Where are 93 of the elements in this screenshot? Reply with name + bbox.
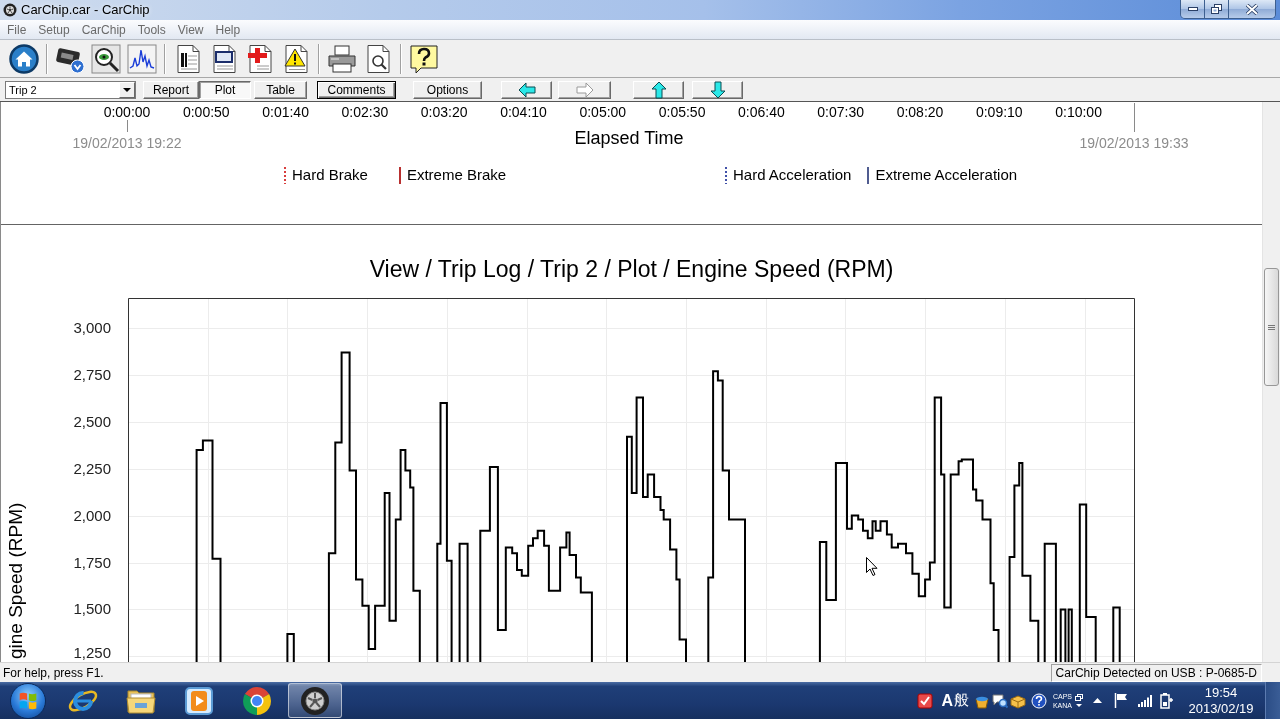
menu-item[interactable]: Help	[209, 20, 247, 39]
axis-tick-label: 0:08:20	[896, 104, 944, 120]
axis-title: gine Speed (RPM)	[5, 502, 26, 659]
view-tab[interactable]: Table	[254, 81, 307, 99]
right-arrow-icon	[575, 82, 594, 98]
axis-tick-label: 2,000	[73, 506, 111, 524]
scroll-thumb[interactable]	[1264, 268, 1279, 386]
trip-select[interactable]: Trip 2	[5, 81, 136, 99]
axis-tick-label: 0:02:30	[341, 104, 389, 120]
window-icon[interactable]	[1075, 694, 1083, 701]
taskbar-button[interactable]	[288, 683, 342, 718]
start-button[interactable]	[10, 682, 46, 719]
menu-item[interactable]: File	[1, 20, 33, 39]
date-label: 19/02/2013 19:33	[1079, 135, 1189, 151]
legend-label: Extreme Brake	[406, 164, 507, 185]
checkmark-icon[interactable]	[917, 692, 934, 709]
menu-item[interactable]: View	[171, 20, 210, 39]
down-arrow-icon	[709, 81, 726, 99]
view-tab[interactable]: Report	[143, 81, 199, 99]
printer-icon[interactable]	[327, 43, 357, 74]
comments-button[interactable]: Comments	[317, 81, 396, 99]
axis-tick-label: 0:05:00	[579, 104, 627, 120]
wheel-icon	[3, 3, 17, 17]
axis-tick-label: 1,750	[73, 553, 111, 571]
flag-icon[interactable]	[1114, 693, 1128, 708]
arrow-button[interactable]	[692, 81, 743, 99]
left-arrow-icon	[517, 82, 536, 98]
menu-item[interactable]: Setup	[32, 20, 76, 39]
flag-logo-icon	[18, 690, 38, 711]
dropdown-button[interactable]	[119, 82, 135, 98]
axis-tick-label: 0:01:40	[262, 104, 309, 120]
conversion-mode-label[interactable]: 般	[953, 689, 969, 712]
minimize-button[interactable]	[1181, 0, 1205, 18]
minimize-icon	[1187, 7, 1198, 11]
battery-icon[interactable]	[1160, 692, 1174, 709]
axis-tick-label: 0:03:20	[420, 104, 468, 120]
box-icon[interactable]	[1009, 692, 1026, 709]
axis-tick-label: 0:10:00	[1055, 104, 1102, 120]
document-plus-icon[interactable]	[245, 43, 275, 74]
caret-icon	[123, 88, 131, 92]
document-warning-icon[interactable]	[281, 43, 311, 74]
close-icon	[1246, 3, 1258, 15]
axis-title: Elapsed Time	[574, 128, 684, 148]
line-chart-icon[interactable]	[127, 43, 157, 74]
axis-tick-label: 0:09:10	[975, 104, 1023, 120]
status-text: For help, press F1.	[3, 664, 104, 682]
magnifier-icon[interactable]	[91, 43, 121, 74]
mouse-pointer-icon	[866, 557, 878, 576]
caret-icon[interactable]	[1076, 704, 1082, 707]
legend-label: Hard Acceleration	[733, 164, 852, 185]
options-button[interactable]: Options	[413, 81, 482, 99]
grip-icon	[1268, 324, 1275, 330]
axis-tick-label: 1,500	[73, 600, 111, 618]
restore-button[interactable]	[1205, 0, 1229, 18]
wheel-icon	[299, 684, 331, 717]
axis-tick-label: 0:04:10	[500, 104, 547, 120]
legend-label: Hard Brake	[292, 164, 368, 185]
up-arrow-icon	[650, 81, 667, 99]
help-icon[interactable]	[409, 43, 439, 74]
home-icon[interactable]	[9, 43, 39, 74]
arrow-button[interactable]	[633, 81, 684, 99]
axis-tick-label: 2,250	[73, 459, 111, 477]
signal-icon[interactable]	[1138, 694, 1152, 707]
play-icon	[183, 684, 215, 717]
help-icon[interactable]	[1030, 692, 1047, 709]
arrow-button[interactable]	[501, 81, 552, 99]
menu-item[interactable]: CarChip	[75, 20, 132, 39]
axis-tick-label: 1,250	[73, 644, 111, 661]
date-label: 19/02/2013 19:22	[72, 135, 182, 151]
window-title: CarChip.car - CarChip	[21, 1, 150, 20]
scrollbar[interactable]	[1262, 102, 1280, 662]
axis-tick-label: 0:07:30	[817, 104, 865, 120]
close-button[interactable]	[1229, 0, 1275, 18]
clock-date[interactable]: 2013/02/19	[1188, 700, 1254, 717]
axis-tick-label: 2,750	[73, 365, 111, 383]
axis-tick-label: 3,000	[73, 319, 111, 336]
device-status: CarChip Detected on USB : P-0685-D	[1050, 663, 1262, 682]
chevron-up-icon[interactable]	[1093, 698, 1102, 703]
circle-logo-icon	[241, 684, 273, 717]
tick-mark	[127, 119, 128, 133]
menu-item[interactable]: Tools	[131, 20, 172, 39]
axis-tick-label: 0:05:50	[658, 104, 706, 120]
clock-time[interactable]: 19:54	[1204, 684, 1238, 701]
input-mode-label[interactable]: A	[941, 688, 953, 713]
legend-label: Extreme Acceleration	[875, 164, 1018, 185]
chart-title: View / Trip Log / Trip 2 / Plot / Engine Speed (RPM)	[368, 255, 895, 284]
axis-tick-label: 0:00:50	[182, 104, 230, 120]
axis-tick-label: 0:06:40	[738, 104, 785, 120]
restore-icon	[1211, 4, 1222, 14]
axis-tick-label: 0:00:00	[103, 104, 151, 120]
view-tab[interactable]: Plot	[199, 81, 251, 99]
axis-tick-label: 2,500	[73, 412, 111, 430]
speech-magnifier-icon[interactable]	[991, 692, 1008, 709]
